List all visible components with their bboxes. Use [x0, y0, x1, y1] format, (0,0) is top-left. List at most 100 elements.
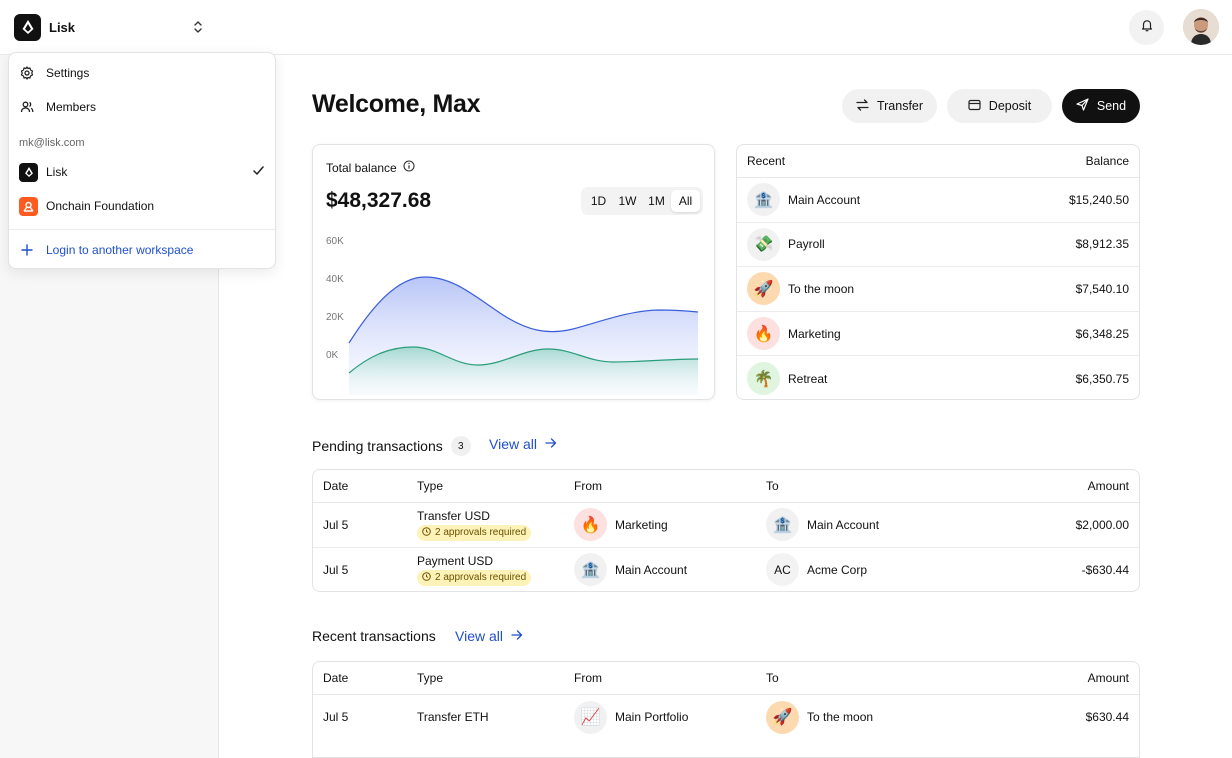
- total-balance-heading: Total balance: [326, 160, 415, 175]
- range-1d[interactable]: 1D: [584, 190, 613, 212]
- account-icon: 📈: [574, 700, 607, 734]
- account-name: To the moon: [788, 281, 855, 296]
- transfer-button[interactable]: Transfer: [842, 89, 937, 123]
- plus-icon: [19, 242, 35, 258]
- col-type[interactable]: Type: [417, 470, 443, 502]
- range-1m[interactable]: 1M: [642, 190, 671, 212]
- col-date[interactable]: Date: [323, 662, 348, 694]
- account-balance: $6,350.75: [1075, 371, 1129, 386]
- col-from[interactable]: From: [574, 662, 602, 694]
- accounts-header-recent[interactable]: Recent: [747, 154, 785, 168]
- col-type[interactable]: Type: [417, 662, 443, 694]
- workspace-switcher[interactable]: Lisk: [0, 0, 219, 55]
- tx-to[interactable]: 🚀 To the moon: [766, 700, 873, 734]
- send-button[interactable]: Send: [1062, 89, 1140, 123]
- tx-from[interactable]: 📈 Main Portfolio: [574, 700, 689, 734]
- arrow-right-icon: [511, 628, 523, 644]
- wallet-icon: [968, 99, 981, 114]
- tx-to[interactable]: AC Acme Corp: [766, 553, 868, 587]
- clock-icon: [422, 572, 431, 584]
- workspace-name: Lisk: [49, 19, 76, 35]
- workspace-option-label: Lisk: [46, 165, 68, 179]
- workspace-option-label: Onchain Foundation: [46, 199, 155, 213]
- pending-count-badge: 3: [450, 436, 471, 456]
- table-row[interactable]: Jul 5 Payment USD 2 approvals required 🏦 Mai…: [313, 548, 1139, 593]
- table-row[interactable]: Jul 5 Transfer USD 2 approvals required 🔥 Ma…: [313, 503, 1139, 548]
- tx-type-cell: Transfer ETH: [417, 695, 489, 740]
- lisk-logo-icon: [19, 162, 38, 182]
- onchain-logo-icon: [19, 196, 38, 216]
- col-date[interactable]: Date: [323, 470, 348, 502]
- menu-divider: [9, 229, 275, 230]
- chevron-up-down-icon: [191, 20, 205, 34]
- workspace-dropdown: Settings Members mk@lisk.com Lisk Onchai…: [8, 52, 276, 269]
- total-balance-card: Total balance $48,327.68 1D 1W 1M All 60…: [312, 144, 715, 400]
- pending-title-label: Pending transactions: [312, 438, 443, 454]
- approval-text: 2 approvals required: [435, 527, 527, 539]
- tx-to-name: Main Account: [807, 517, 880, 532]
- tx-from-cell: 🏦 Main Account: [574, 548, 687, 593]
- table-row[interactable]: Jul 5 Transfer ETH 📈 Main Portfolio 🚀 To the …: [313, 695, 1139, 740]
- range-1w[interactable]: 1W: [613, 190, 642, 212]
- user-avatar[interactable]: [1183, 9, 1219, 45]
- tx-amount: $2,000.00: [1075, 517, 1129, 532]
- initials-avatar: AC: [766, 553, 799, 587]
- col-amount[interactable]: Amount: [1088, 470, 1129, 502]
- col-to[interactable]: To: [766, 470, 779, 502]
- tx-date: Jul 5: [323, 517, 349, 532]
- y-tick: 60K: [326, 236, 344, 247]
- send-label: Send: [1096, 99, 1127, 113]
- account-balance: $7,540.10: [1075, 281, 1129, 296]
- tx-from-name: Main Portfolio: [615, 710, 689, 725]
- view-all-label: View all: [455, 628, 503, 644]
- tx-to[interactable]: 🏦 Main Account: [766, 508, 880, 542]
- login-another-workspace-button[interactable]: Login to another workspace: [9, 233, 275, 267]
- range-all[interactable]: All: [671, 190, 700, 212]
- tx-from-name: Main Account: [615, 562, 688, 577]
- tx-from[interactable]: 🔥 Marketing: [574, 508, 668, 542]
- account-icon: 🏦: [766, 508, 799, 542]
- deposit-button[interactable]: Deposit: [947, 89, 1052, 123]
- account-icon: 🚀: [747, 272, 780, 306]
- info-icon[interactable]: [403, 160, 415, 175]
- tx-from[interactable]: 🏦 Main Account: [574, 553, 688, 587]
- paper-plane-icon: [1076, 98, 1089, 114]
- lisk-logo-icon: [14, 13, 41, 41]
- balance-chart: [348, 276, 699, 395]
- tx-type-stack: Payment USD 2 approvals required: [417, 554, 532, 586]
- account-row[interactable]: 🏦 Main Account $15,240.50: [737, 178, 1139, 223]
- menu-item-label: Members: [46, 100, 97, 114]
- tx-to-cell: 🏦 Main Account: [766, 503, 879, 547]
- col-to[interactable]: To: [766, 662, 779, 694]
- check-icon: [252, 164, 265, 180]
- tx-from-cell: 📈 Main Portfolio: [574, 695, 688, 740]
- account-icon: 🔥: [747, 317, 780, 351]
- account-icon: 💸: [747, 227, 780, 261]
- gear-icon: [19, 65, 35, 81]
- menu-item-label: Settings: [46, 66, 90, 80]
- menu-item-members[interactable]: Members: [9, 90, 275, 124]
- workspace-option-lisk[interactable]: Lisk: [9, 155, 275, 189]
- account-name: Payroll: [788, 237, 825, 252]
- approval-text: 2 approvals required: [435, 572, 527, 584]
- account-row[interactable]: 🚀 To the moon $7,540.10: [737, 267, 1139, 312]
- total-balance-label: Total balance: [326, 160, 397, 175]
- tx-to-name: Acme Corp: [807, 562, 868, 577]
- account-row[interactable]: 🔥 Marketing $6,348.25: [737, 312, 1139, 357]
- tx-from-name: Marketing: [615, 517, 668, 532]
- account-balance: $15,240.50: [1068, 192, 1129, 207]
- account-row[interactable]: 💸 Payroll $8,912.35: [737, 223, 1139, 268]
- workspace-option-onchain-foundation[interactable]: Onchain Foundation: [9, 189, 275, 223]
- col-from[interactable]: From: [574, 470, 602, 502]
- top-bar: [219, 0, 1232, 55]
- recent-view-all-link[interactable]: View all: [455, 628, 523, 644]
- notifications-button[interactable]: [1129, 10, 1164, 45]
- account-row[interactable]: 🌴 Retreat $6,350.75: [737, 356, 1139, 401]
- total-balance-amount: $48,327.68: [326, 189, 432, 212]
- account-balance: $8,912.35: [1075, 237, 1129, 252]
- pending-view-all-link[interactable]: View all: [489, 436, 557, 452]
- accounts-header-balance[interactable]: Balance: [1086, 154, 1129, 168]
- tx-type: Transfer ETH: [417, 710, 489, 725]
- menu-item-settings[interactable]: Settings: [9, 56, 275, 90]
- col-amount[interactable]: Amount: [1088, 662, 1129, 694]
